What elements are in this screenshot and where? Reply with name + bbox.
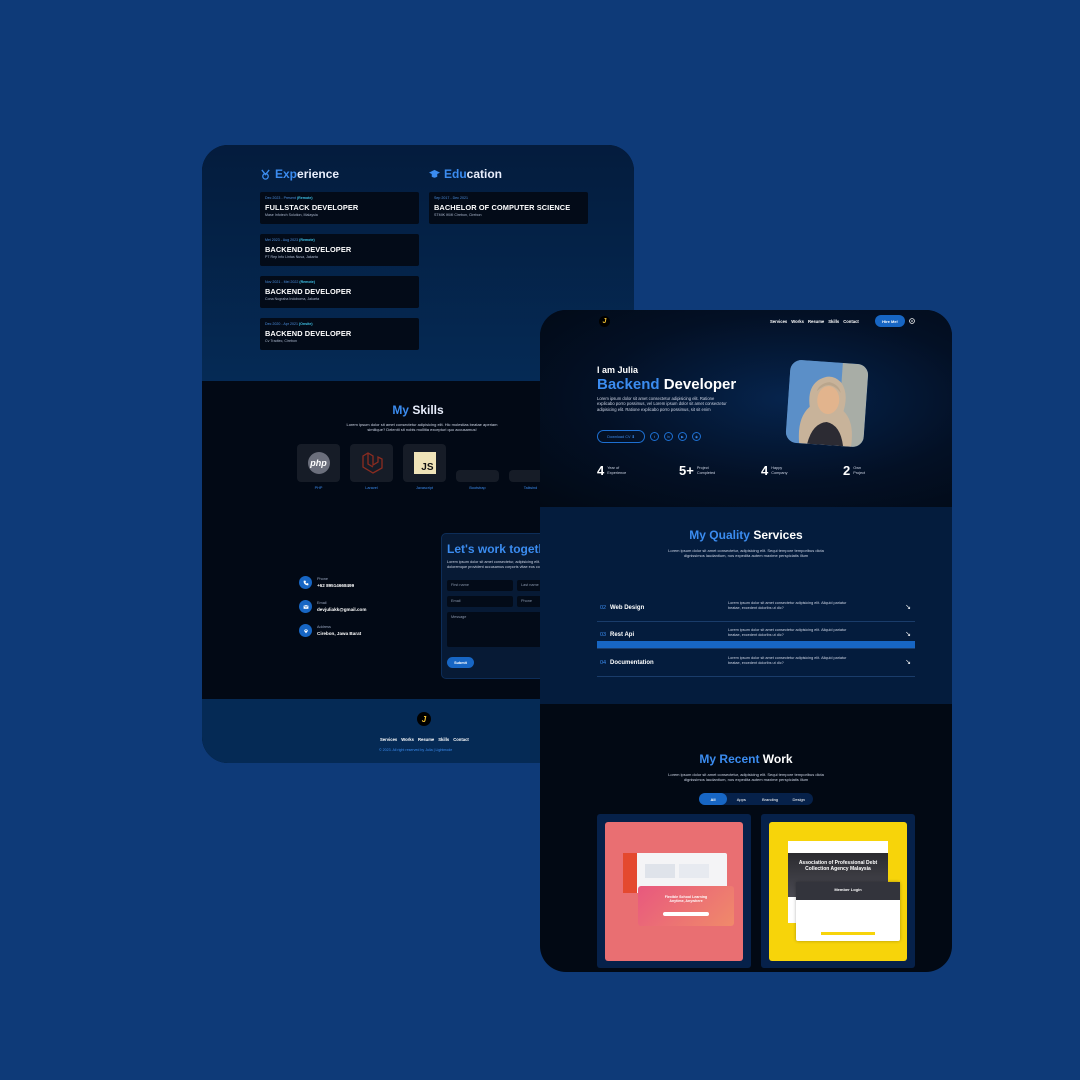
experience-item: Mei 2023 - Aug 2023 (Remote) BACKEND DEV… <box>260 234 419 266</box>
service-row[interactable]: 03 Rest Api Lorem ipsum dolor sit amet c… <box>597 622 915 649</box>
stat-own-projects: 2 Own Project <box>843 463 866 478</box>
nav-link-services[interactable]: Services <box>770 319 787 324</box>
services-title: My Quality Services <box>689 528 803 542</box>
footer-link-skills[interactable]: Skills <box>438 737 449 742</box>
service-row[interactable]: 04 Documentation Lorem ipsum dolor sit a… <box>597 650 915 677</box>
services-description: Lorem ipsum dolor sit amet consectetur, … <box>668 548 824 559</box>
laravel-logo-icon <box>361 452 383 474</box>
experience-item: Dec 2023 - Present (Remote) FULLSTACK DE… <box>260 192 419 224</box>
skill-label: Laravel <box>365 486 378 490</box>
education-item: Sep 2017 - Dec 2021 BACHELOR OF COMPUTER… <box>429 192 588 224</box>
first-name-field[interactable]: First name <box>447 580 513 591</box>
skill-javascript[interactable]: JS <box>403 444 446 482</box>
arrow-down-right-icon: ↘ <box>905 604 911 611</box>
arrow-down-right-icon: ↘ <box>905 659 911 666</box>
works-filter-tabs: All Apps Branding Design <box>699 793 813 805</box>
footer-link-resume[interactable]: Resume <box>418 737 434 742</box>
nav-link-resume[interactable]: Resume <box>808 319 824 324</box>
theme-toggle-icon[interactable] <box>908 317 916 325</box>
footer-link-contact[interactable]: Contact <box>453 737 469 742</box>
graduation-cap-icon <box>429 169 440 178</box>
hero-role: Backend Developer <box>597 376 737 393</box>
logo-icon[interactable]: J <box>599 316 610 327</box>
contact-address: Address Cirebon, Jawa Barat <box>299 624 361 637</box>
youtube-icon[interactable]: ▶ <box>678 432 687 441</box>
twitter-icon[interactable]: t <box>650 432 659 441</box>
tab-branding[interactable]: Branding <box>756 793 785 805</box>
stat-projects: 5+ Project Completed <box>679 463 716 478</box>
tab-apps[interactable]: Apps <box>727 793 756 805</box>
copyright: © 2023. All right reserved by Julia | Li… <box>379 748 453 752</box>
portfolio-page-front: J Services Works Resume Skills Contact H… <box>540 310 952 972</box>
tab-all[interactable]: All <box>699 793 727 805</box>
stat-companies: 4 Happy Company <box>761 463 788 478</box>
project-card[interactable]: Association of Professional Debt Collect… <box>761 814 915 968</box>
github-icon[interactable]: ◉ <box>692 432 701 441</box>
logo-icon[interactable]: J <box>417 712 431 726</box>
project-thumbnail: Flexible School Learning Anytime, Anywhe… <box>605 822 743 961</box>
skill-label: Bootstrap <box>469 486 486 490</box>
location-pin-icon <box>303 628 308 633</box>
hero-greeting: I am Julia <box>597 365 639 375</box>
hero-description: Lorem ipsum dolor sit amet consectetur a… <box>597 396 727 412</box>
contact-phone: Phone +62 89514668499 <box>299 576 354 589</box>
experience-item: Dec 2020 - Apr 2021 (Onsite) BACKEND DEV… <box>260 318 419 350</box>
profile-photo <box>785 359 869 448</box>
service-row[interactable]: 02 Web Design Lorem ipsum dolor sit amet… <box>597 595 915 622</box>
nav-link-contact[interactable]: Contact <box>843 319 859 324</box>
download-cv-button[interactable]: Download CV ⬇ <box>597 430 645 443</box>
skill-bootstrap[interactable] <box>456 470 499 482</box>
nav-link-skills[interactable]: Skills <box>828 319 839 324</box>
javascript-logo-icon: JS <box>413 452 436 474</box>
skills-description: Lorem ipsum dolor sit amet consectetur a… <box>346 422 498 433</box>
arrow-down-right-icon: ↘ <box>905 631 911 638</box>
skill-label: Javascript <box>415 486 434 490</box>
top-nav: Services Works Resume Skills Contact <box>770 319 859 324</box>
medal-icon <box>261 168 270 180</box>
skill-laravel[interactable] <box>350 444 393 482</box>
phone-icon <box>303 580 308 585</box>
project-headline: Flexible School Learning Anytime, Anywhe… <box>664 895 708 904</box>
stat-experience: 4 Year of Experience <box>597 463 627 478</box>
project-card[interactable]: Flexible School Learning Anytime, Anywhe… <box>597 814 751 968</box>
works-description: Lorem ipsum dolor sit amet consectetur, … <box>668 772 824 783</box>
skill-label: PHP <box>314 486 323 490</box>
experience-item: Nov 2021 - Mei 2022 (Remote) BACKEND DEV… <box>260 276 419 308</box>
project-subtitle: Member Login <box>834 887 862 892</box>
contact-email: Email devjuliakk@gmail.com <box>299 600 366 613</box>
footer-link-services[interactable]: Services <box>380 737 397 742</box>
nav-link-works[interactable]: Works <box>791 319 804 324</box>
submit-button[interactable]: Submit <box>447 657 474 668</box>
linkedin-icon[interactable]: in <box>664 432 673 441</box>
experience-heading: Experience <box>260 167 339 181</box>
tab-design[interactable]: Design <box>784 793 813 805</box>
footer-link-works[interactable]: Works <box>401 737 414 742</box>
mail-icon <box>302 604 309 609</box>
email-field[interactable]: Email <box>447 596 513 607</box>
hire-me-button[interactable]: Hire Me! <box>875 315 905 327</box>
footer-nav: Services Works Resume Skills Contact <box>380 737 469 742</box>
project-thumbnail: Association of Professional Debt Collect… <box>769 822 907 961</box>
contact-form-title: Let's work togeth <box>447 542 546 556</box>
education-heading: Education <box>429 167 502 181</box>
project-headline: Association of Professional Debt Collect… <box>798 860 878 872</box>
php-logo-icon: php <box>307 452 330 474</box>
works-title: My Recent Work <box>699 752 793 766</box>
download-icon: ⬇ <box>631 435 635 439</box>
skill-php[interactable]: php <box>297 444 340 482</box>
